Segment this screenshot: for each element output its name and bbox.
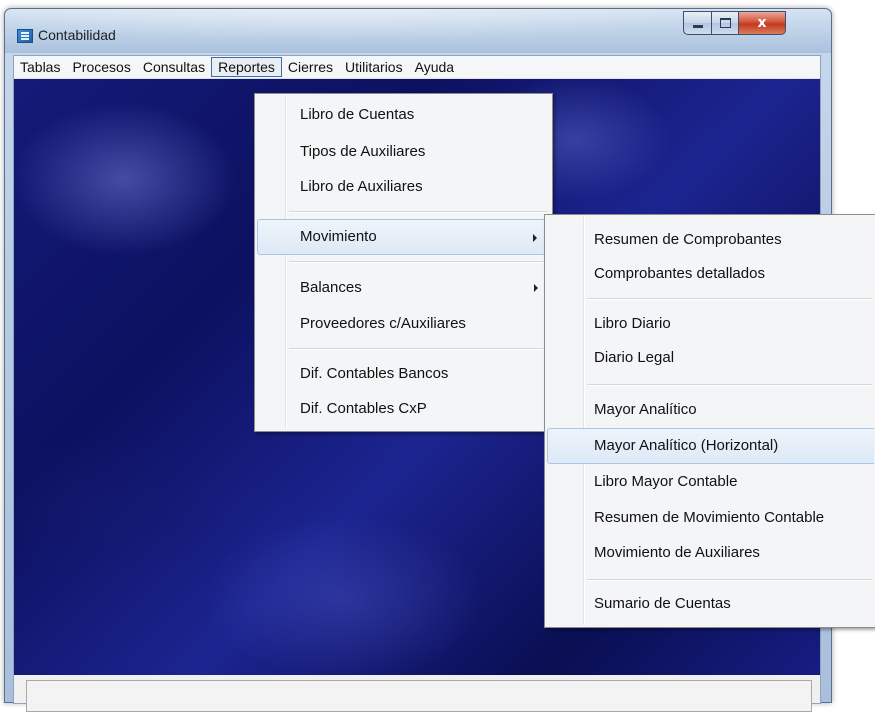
menu-item-libro-cuentas[interactable]: Libro de Cuentas	[257, 97, 550, 133]
maximize-icon	[719, 18, 731, 28]
menu-bar: Tablas Procesos Consultas Reportes Cierr…	[14, 56, 820, 79]
submenu-arrow-icon	[534, 284, 538, 292]
minimize-icon	[692, 24, 703, 28]
menu-item-proveedores[interactable]: Proveedores c/Auxiliares	[257, 306, 550, 342]
menu-procesos[interactable]: Procesos	[66, 57, 136, 77]
menu-item-movimiento-auxiliares[interactable]: Movimiento de Auxiliares	[547, 535, 874, 571]
menu-item-tipos-auxiliares[interactable]: Tipos de Auxiliares	[257, 134, 550, 170]
menu-item-label: Dif. Contables CxP	[300, 400, 427, 417]
menu-consultas[interactable]: Consultas	[137, 57, 211, 77]
menu-item-label: Balances	[300, 279, 362, 296]
menu-item-label: Diario Legal	[594, 349, 675, 366]
close-button[interactable]: x	[739, 11, 786, 35]
window-title: Contabilidad	[38, 27, 116, 43]
menu-item-label: Libro de Cuentas	[300, 106, 415, 123]
menu-item-label: Libro Mayor Contable	[594, 473, 738, 490]
status-panel	[26, 680, 812, 712]
menu-item-label: Movimiento de Auxiliares	[594, 544, 760, 561]
menu-item-mayor-analitico[interactable]: Mayor Analítico	[547, 392, 874, 428]
menu-tablas[interactable]: Tablas	[14, 57, 66, 77]
menu-item-label: Tipos de Auxiliares	[300, 143, 426, 160]
menu-separator	[289, 261, 548, 263]
movimiento-submenu: Resumen de Comprobantes Comprobantes det…	[544, 214, 875, 628]
menu-separator	[587, 384, 872, 386]
menu-ayuda[interactable]: Ayuda	[409, 57, 460, 77]
menu-separator	[289, 348, 548, 350]
menu-item-balances[interactable]: Balances	[257, 270, 550, 306]
menu-separator	[587, 298, 872, 300]
close-icon: x	[757, 15, 767, 31]
menu-utilitarios[interactable]: Utilitarios	[339, 57, 409, 77]
ledger-app-icon[interactable]	[17, 29, 33, 43]
menu-item-label: Mayor Analítico (Horizontal)	[594, 437, 779, 454]
menu-item-label: Resumen de Movimiento Contable	[594, 509, 825, 526]
menu-item-libro-auxiliares[interactable]: Libro de Auxiliares	[257, 169, 550, 205]
menu-separator	[289, 211, 548, 213]
menu-item-label: Mayor Analítico	[594, 401, 697, 418]
menu-item-dif-bancos[interactable]: Dif. Contables Bancos	[257, 356, 550, 392]
menu-reportes[interactable]: Reportes	[211, 57, 282, 77]
menu-item-movimiento[interactable]: Movimiento	[257, 219, 550, 255]
reportes-menu: Libro de Cuentas Tipos de Auxiliares Lib…	[254, 93, 553, 432]
menu-item-resumen-comprobantes[interactable]: Resumen de Comprobantes	[547, 222, 874, 258]
maximize-button[interactable]	[712, 11, 739, 35]
menu-item-label: Sumario de Cuentas	[594, 595, 731, 612]
menu-item-label: Proveedores c/Auxiliares	[300, 315, 466, 332]
menu-item-libro-diario[interactable]: Libro Diario	[547, 306, 874, 342]
menu-item-sumario-cuentas[interactable]: Sumario de Cuentas	[547, 586, 874, 622]
menu-item-diario-legal[interactable]: Diario Legal	[547, 340, 874, 376]
minimize-button[interactable]	[683, 11, 712, 35]
menu-item-label: Dif. Contables Bancos	[300, 365, 449, 382]
submenu-arrow-icon	[533, 234, 537, 242]
menu-item-comprobantes-detallados[interactable]: Comprobantes detallados	[547, 256, 874, 292]
menu-item-mayor-analitico-horizontal[interactable]: Mayor Analítico (Horizontal)	[547, 428, 874, 464]
menu-item-label: Movimiento	[300, 228, 377, 245]
menu-separator	[587, 579, 872, 581]
caption-buttons: x	[683, 11, 786, 35]
menu-item-dif-cxp[interactable]: Dif. Contables CxP	[257, 391, 550, 427]
title-bar[interactable]: Contabilidad x	[5, 9, 831, 53]
menu-item-label: Libro Diario	[594, 315, 671, 332]
menu-item-resumen-movimiento[interactable]: Resumen de Movimiento Contable	[547, 500, 874, 536]
menu-cierres[interactable]: Cierres	[282, 57, 339, 77]
menu-item-label: Libro de Auxiliares	[300, 178, 423, 195]
menu-item-label: Resumen de Comprobantes	[594, 231, 782, 248]
menu-item-libro-mayor-contable[interactable]: Libro Mayor Contable	[547, 464, 874, 500]
menu-item-label: Comprobantes detallados	[594, 265, 765, 282]
